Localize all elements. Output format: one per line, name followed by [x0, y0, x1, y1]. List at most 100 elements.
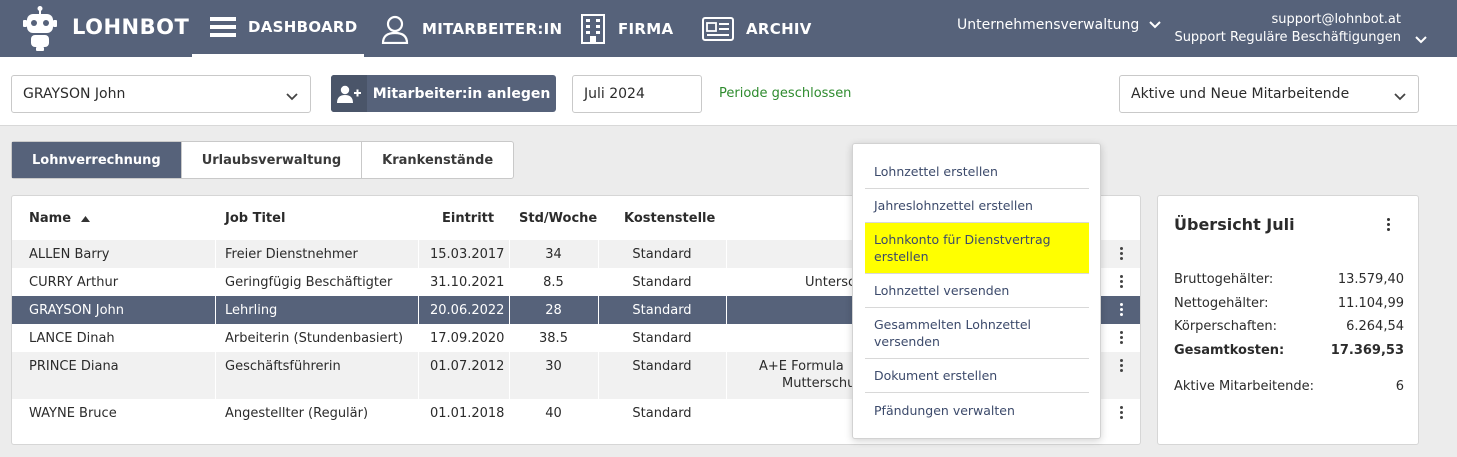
- cell-job-title: Geringfügig Beschäftigter: [225, 275, 393, 290]
- add-employee-label: Mitarbeiter:in anlegen: [372, 85, 551, 102]
- summary-net-label: Nettogehälter:: [1174, 296, 1269, 311]
- column-name[interactable]: Name: [29, 211, 90, 226]
- cell-cost-center: Standard: [632, 247, 692, 262]
- nav-dashboard[interactable]: DASHBOARD: [192, 0, 364, 57]
- nav-archive-label: ARCHIV: [746, 19, 812, 38]
- nav-employees-label: MITARBEITER:IN: [422, 19, 563, 38]
- summary-total: Gesamtkosten: 17.369,53: [1174, 343, 1404, 358]
- menu-item-send-payslip[interactable]: Lohnzettel versenden: [865, 274, 1089, 308]
- cell-job-title: Angestellter (Regulär): [225, 406, 369, 421]
- toolbar: GRAYSON John Mitarbeiter:in anlegen Juli…: [0, 57, 1457, 126]
- cell-hours: 28: [545, 303, 562, 318]
- robot-logo-icon[interactable]: [20, 6, 60, 52]
- summary-gross: Bruttogehälter: 13.579,40: [1174, 272, 1404, 287]
- cell-job-title: Lehrling: [225, 303, 278, 318]
- tab-payroll[interactable]: Lohnverrechnung: [12, 142, 182, 178]
- row-actions-icon[interactable]: [1118, 303, 1124, 316]
- menu-item-send-collected-payslip[interactable]: Gesammelten Lohnzettel versenden: [865, 308, 1089, 359]
- period-input[interactable]: Juli 2024: [572, 75, 702, 113]
- menu-item-create-annual-payslip[interactable]: Jahreslohnzettel erstellen: [865, 189, 1089, 223]
- summary-gross-label: Bruttogehälter:: [1174, 272, 1274, 287]
- menu-item-create-payroll-account[interactable]: Lohnkonto für Dienstvertrag erstellen: [865, 223, 1089, 274]
- cell-note: A+E Formula: [759, 359, 844, 374]
- summary-net: Nettogehälter: 11.104,99: [1174, 296, 1404, 311]
- company-select-label: Unternehmensverwaltung: [957, 17, 1140, 33]
- tab-sick-leave[interactable]: Krankenstände: [362, 142, 513, 178]
- summary-net-value: 11.104,99: [1337, 296, 1404, 311]
- cell-cost-center: Standard: [632, 406, 692, 421]
- tab-vacation[interactable]: Urlaubsverwaltung: [182, 142, 363, 178]
- cell-start-date: 15.03.2017: [430, 247, 505, 262]
- account-name: Support Reguläre Beschäftigungen: [1174, 30, 1401, 45]
- summary-card: Übersicht Juli Bruttogehälter: 13.579,40…: [1157, 195, 1419, 445]
- row-actions-icon[interactable]: [1118, 406, 1124, 419]
- account-menu[interactable]: support@lohnbot.at Support Reguläre Besc…: [1174, 11, 1401, 47]
- chevron-down-icon: [1149, 17, 1161, 33]
- cell-hours: 38.5: [539, 331, 568, 346]
- cell-name: LANCE Dinah: [29, 331, 115, 346]
- cell-cost-center: Standard: [632, 303, 692, 318]
- menu-item-create-document[interactable]: Dokument erstellen: [865, 359, 1089, 393]
- cell-job-title: Freier Dienstnehmer: [225, 247, 358, 262]
- nav-company[interactable]: FIRMA: [580, 0, 673, 57]
- chevron-down-icon[interactable]: [1415, 29, 1427, 48]
- cell-note: Untersc: [805, 275, 856, 290]
- cell-start-date: 17.09.2020: [430, 331, 505, 346]
- cell-job-title: Geschäftsführerin: [225, 359, 341, 374]
- cell-name: CURRY Arthur: [29, 275, 119, 290]
- employee-select-value: GRAYSON John: [23, 86, 126, 102]
- chevron-down-icon: [286, 89, 298, 105]
- cell-hours: 40: [545, 406, 562, 421]
- column-cost-center[interactable]: Kostenstelle: [624, 211, 715, 226]
- hamburger-icon: [210, 16, 236, 38]
- brand-name[interactable]: LOHNBOT: [72, 15, 189, 39]
- cell-start-date: 01.07.2012: [430, 359, 505, 374]
- row-actions-icon[interactable]: [1118, 275, 1124, 288]
- add-user-icon: [331, 75, 367, 112]
- column-name-label: Name: [29, 211, 72, 226]
- nav-employees[interactable]: MITARBEITER:IN: [380, 0, 562, 57]
- company-select[interactable]: Unternehmensverwaltung: [957, 17, 1161, 33]
- summary-active-label: Aktive Mitarbeitende:: [1174, 379, 1315, 394]
- nav-company-label: FIRMA: [618, 19, 674, 38]
- user-icon: [380, 14, 410, 44]
- cell-cost-center: Standard: [632, 359, 692, 374]
- cell-hours: 8.5: [543, 275, 564, 290]
- employee-filter-value: Aktive und Neue Mitarbeitende: [1131, 86, 1350, 102]
- building-icon: [580, 13, 606, 44]
- summary-menu-icon[interactable]: [1385, 218, 1391, 231]
- employee-select[interactable]: GRAYSON John: [11, 75, 311, 113]
- column-start-date[interactable]: Eintritt: [442, 211, 494, 226]
- row-actions-icon[interactable]: [1118, 247, 1124, 260]
- period-status: Periode geschlossen: [719, 86, 852, 101]
- cell-cost-center: Standard: [632, 331, 692, 346]
- nav-archive[interactable]: ARCHIV: [702, 0, 812, 57]
- row-actions-icon[interactable]: [1118, 331, 1124, 344]
- row-actions-icon[interactable]: [1118, 359, 1124, 372]
- column-job-title[interactable]: Job Titel: [225, 211, 285, 226]
- cell-hours: 30: [545, 359, 562, 374]
- account-email: support@lohnbot.at: [1271, 12, 1401, 27]
- employee-filter-select[interactable]: Aktive und Neue Mitarbeitende: [1119, 75, 1419, 113]
- menu-item-manage-garnishments[interactable]: Pfändungen verwalten: [865, 393, 1089, 427]
- column-hours[interactable]: Std/Woche: [519, 211, 597, 226]
- top-navigation: LOHNBOT DASHBOARD MITARBEITER:IN FIRMA A…: [0, 0, 1457, 57]
- summary-total-value: 17.369,53: [1330, 343, 1404, 358]
- summary-gross-value: 13.579,40: [1337, 272, 1404, 287]
- nav-dashboard-label: DASHBOARD: [248, 18, 358, 36]
- cell-cost-center: Standard: [632, 275, 692, 290]
- add-employee-button[interactable]: Mitarbeiter:in anlegen: [331, 75, 556, 112]
- cell-job-title: Arbeiterin (Stundenbasiert): [225, 331, 404, 346]
- cell-name: GRAYSON John: [29, 303, 125, 318]
- summary-corporations-value: 6.264,54: [1346, 319, 1404, 334]
- menu-item-create-payslip[interactable]: Lohnzettel erstellen: [865, 154, 1089, 189]
- summary-corporations-label: Körperschaften:: [1174, 319, 1277, 334]
- summary-corporations: Körperschaften: 6.264,54: [1174, 319, 1404, 334]
- chevron-down-icon: [1394, 89, 1406, 105]
- cell-name: PRINCE Diana: [29, 359, 119, 374]
- cell-start-date: 31.10.2021: [430, 275, 505, 290]
- cell-name: ALLEN Barry: [29, 247, 110, 262]
- summary-total-label: Gesamtkosten:: [1174, 343, 1285, 358]
- cell-note-line2: Mutterschu: [782, 376, 856, 391]
- summary-title: Übersicht Juli: [1174, 215, 1295, 234]
